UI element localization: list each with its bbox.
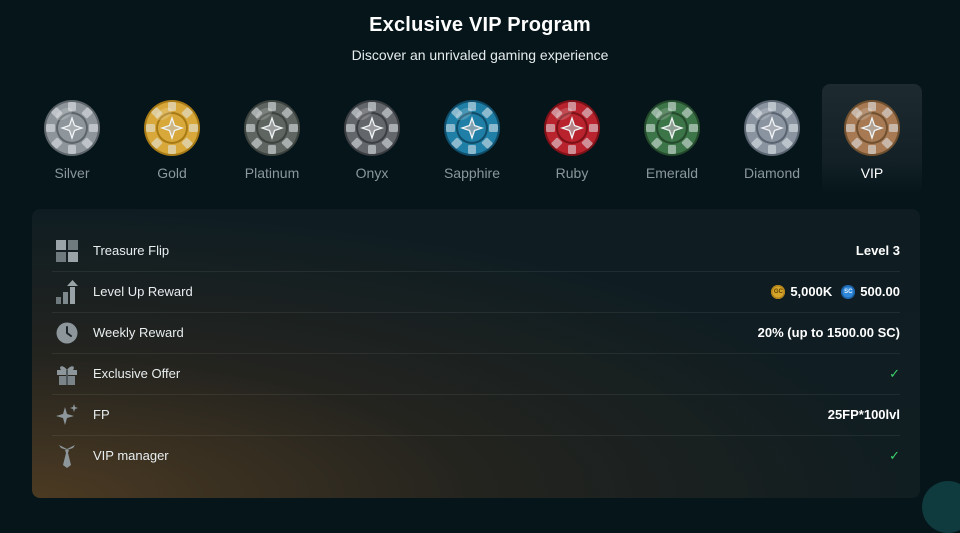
onyx-chip-icon bbox=[344, 100, 400, 156]
sapphire-chip-icon bbox=[444, 100, 500, 156]
tier-emerald[interactable]: Emerald bbox=[622, 84, 722, 194]
benefit-row-exclusive-offer: Exclusive Offer ✓ bbox=[52, 353, 900, 395]
chat-widget-button[interactable] bbox=[922, 481, 960, 533]
check-icon: ✓ bbox=[889, 365, 900, 381]
benefit-row-level-up-reward: Level Up Reward GC 5,000K SC 500.00 bbox=[52, 271, 900, 313]
tier-selector: Silver Gold Platinum Onyx Sapphire Ruby … bbox=[22, 84, 922, 194]
gc-amount: 5,000K bbox=[790, 284, 833, 299]
benefit-row-treasure-flip: Treasure Flip Level 3 bbox=[52, 230, 900, 272]
benefit-row-vip-manager: VIP manager ✓ bbox=[52, 435, 900, 476]
gold-coin-icon: GC bbox=[771, 284, 786, 299]
benefit-value: 25FP*100lvl bbox=[827, 407, 900, 422]
benefit-value: Level 3 bbox=[855, 243, 900, 258]
gold-chip-icon bbox=[144, 100, 200, 156]
clock-icon bbox=[54, 320, 80, 346]
tier-label: Emerald bbox=[645, 165, 699, 181]
benefit-value: 20% (up to 1500.00 SC) bbox=[757, 325, 900, 340]
tier-onyx[interactable]: Onyx bbox=[322, 84, 422, 194]
tier-diamond[interactable]: Diamond bbox=[722, 84, 822, 194]
tier-label: Sapphire bbox=[443, 165, 501, 181]
platinum-chip-icon bbox=[244, 100, 300, 156]
benefit-row-weekly-reward: Weekly Reward 20% (up to 1500.00 SC) bbox=[52, 312, 900, 354]
tie-icon bbox=[54, 443, 80, 469]
tier-platinum[interactable]: Platinum bbox=[222, 84, 322, 194]
grid-icon bbox=[54, 238, 80, 264]
tier-label: Onyx bbox=[355, 165, 389, 181]
vip-chip-icon bbox=[844, 100, 900, 156]
emerald-chip-icon bbox=[644, 100, 700, 156]
benefit-row-fp: FP 25FP*100lvl bbox=[52, 394, 900, 436]
gift-icon bbox=[54, 361, 80, 387]
tier-vip[interactable]: VIP bbox=[822, 84, 922, 194]
level-up-icon bbox=[54, 279, 80, 305]
sc-amount: 500.00 bbox=[860, 284, 900, 299]
tier-gold[interactable]: Gold bbox=[122, 84, 222, 194]
benefit-value: GC 5,000K SC 500.00 bbox=[771, 284, 900, 299]
ruby-chip-icon bbox=[544, 100, 600, 156]
tier-label: Diamond bbox=[743, 165, 801, 181]
tier-ruby[interactable]: Ruby bbox=[522, 84, 622, 194]
check-icon: ✓ bbox=[889, 447, 900, 463]
benefit-label: Level Up Reward bbox=[93, 284, 193, 299]
tier-label: Silver bbox=[54, 165, 90, 181]
tier-label: Platinum bbox=[244, 165, 300, 181]
benefit-label: Treasure Flip bbox=[93, 243, 170, 258]
sweeps-coin-icon: SC bbox=[841, 284, 856, 299]
tier-label: VIP bbox=[860, 165, 884, 181]
tier-label: Gold bbox=[157, 165, 187, 181]
tier-silver[interactable]: Silver bbox=[22, 84, 122, 194]
benefit-label: Exclusive Offer bbox=[93, 366, 181, 381]
silver-chip-icon bbox=[44, 100, 100, 156]
diamond-chip-icon bbox=[744, 100, 800, 156]
benefits-panel: Treasure Flip Level 3 Level Up Reward GC… bbox=[32, 209, 920, 498]
benefit-label: FP bbox=[93, 407, 110, 422]
sparkle-icon bbox=[54, 402, 80, 428]
tier-label: Ruby bbox=[555, 165, 589, 181]
benefit-label: Weekly Reward bbox=[93, 325, 184, 340]
page-title: Exclusive VIP Program bbox=[369, 14, 591, 36]
benefit-label: VIP manager bbox=[93, 448, 169, 463]
page-subtitle: Discover an unrivaled gaming experience bbox=[351, 47, 609, 63]
tier-sapphire[interactable]: Sapphire bbox=[422, 84, 522, 194]
